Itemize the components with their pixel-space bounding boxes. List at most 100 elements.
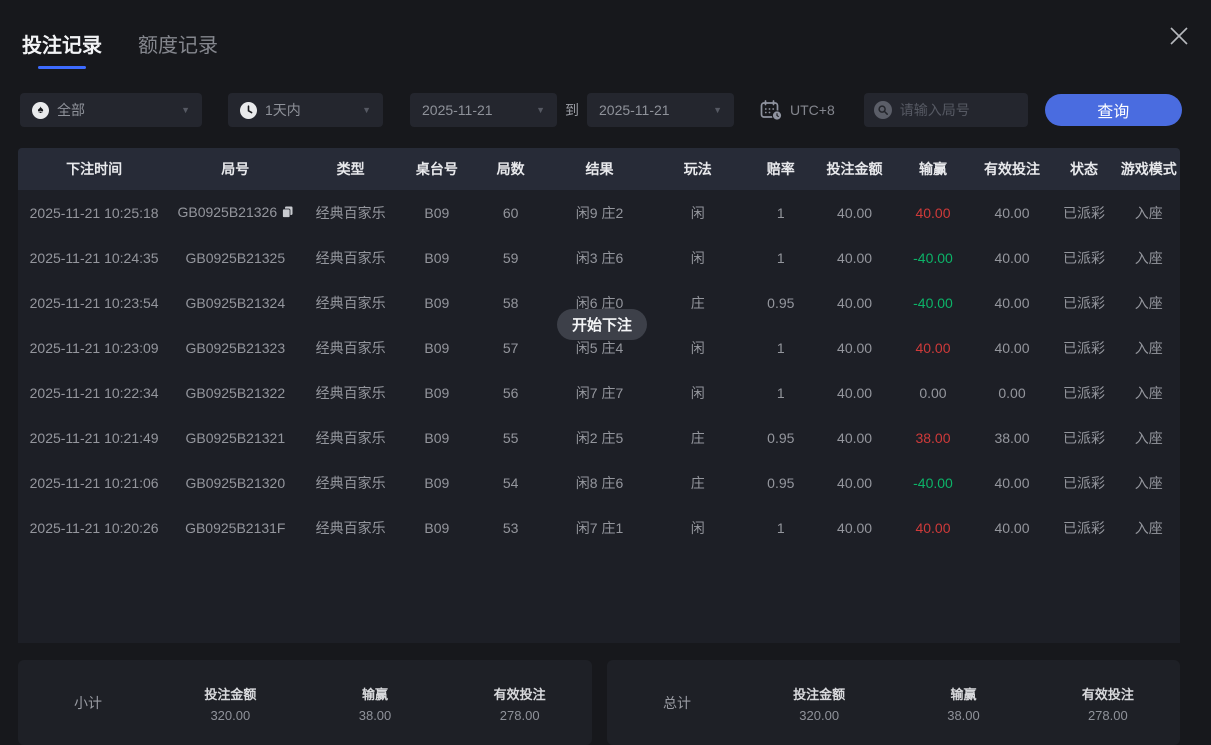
- cell-win_loss: 40.00: [892, 340, 973, 356]
- total-panel: 总计 投注金额 320.00 输赢 38.00 有效投注 278.00: [607, 660, 1180, 745]
- column-header-12: 游戏模式: [1118, 159, 1180, 179]
- cell-result: 闲5 庄4: [548, 338, 650, 358]
- cell-status: 已派彩: [1050, 248, 1117, 268]
- clock-icon: [240, 102, 257, 119]
- cell-time: 2025-11-21 10:25:18: [18, 205, 170, 221]
- cell-time: 2025-11-21 10:23:09: [18, 340, 170, 356]
- cell-table_no: B09: [401, 520, 473, 536]
- total-bet-amount: 投注金额 320.00: [747, 684, 891, 723]
- cell-valid_bet: 40.00: [974, 205, 1051, 221]
- tab-betting-records[interactable]: 投注记录: [22, 29, 102, 69]
- cell-table_no: B09: [401, 295, 473, 311]
- table-body: 2025-11-21 10:25:18GB0925B21326经典百家乐B096…: [18, 190, 1180, 550]
- filter-bar: ♠ 全部 ▼ 1天内 ▼ 2025-11-21 ▼ 到 2025-11-21 ▼: [20, 93, 1182, 127]
- cell-mode: 入座: [1118, 473, 1180, 493]
- timezone-indicator: UTC+8: [760, 100, 835, 121]
- cell-win_loss: 0.00: [892, 385, 973, 401]
- subtotal-bet-amount: 投注金额 320.00: [158, 684, 303, 723]
- cell-play: 闲: [651, 383, 745, 403]
- betting-records-table: 下注时间局号类型桌台号局数结果玩法赔率投注金额输赢有效投注状态游戏模式 2025…: [18, 148, 1180, 643]
- cell-play: 庄: [651, 293, 745, 313]
- date-from-value: 2025-11-21: [422, 102, 493, 118]
- cell-win_loss: -40.00: [892, 295, 973, 311]
- cell-play: 闲: [651, 518, 745, 538]
- tab-quota-records[interactable]: 额度记录: [138, 29, 218, 69]
- cell-round_no: 60: [473, 205, 549, 221]
- column-header-4: 局数: [473, 159, 549, 179]
- cell-bet: 40.00: [817, 295, 893, 311]
- cell-type: 经典百家乐: [300, 428, 401, 448]
- column-header-0: 下注时间: [18, 159, 170, 179]
- cell-round_id: GB0925B21326: [170, 204, 300, 221]
- spade-icon: ♠: [32, 102, 49, 119]
- cell-odds: 0.95: [745, 430, 817, 446]
- cell-round_no: 53: [473, 520, 549, 536]
- cell-status: 已派彩: [1050, 338, 1117, 358]
- table-row: 2025-11-21 10:22:34GB0925B21322经典百家乐B095…: [18, 370, 1180, 415]
- tab-betting-records-label: 投注记录: [22, 29, 102, 58]
- cell-mode: 入座: [1118, 383, 1180, 403]
- cell-table_no: B09: [401, 250, 473, 266]
- cell-round_no: 54: [473, 475, 549, 491]
- cell-table_no: B09: [401, 385, 473, 401]
- cell-result: 闲7 庄1: [548, 518, 650, 538]
- cell-mode: 入座: [1118, 203, 1180, 223]
- cell-mode: 入座: [1118, 338, 1180, 358]
- cell-valid_bet: 40.00: [974, 475, 1051, 491]
- subtotal-label: 小计: [18, 693, 158, 713]
- cell-odds: 1: [745, 250, 817, 266]
- column-header-1: 局号: [170, 159, 300, 179]
- cell-round_no: 57: [473, 340, 549, 356]
- cell-type: 经典百家乐: [300, 248, 401, 268]
- cell-type: 经典百家乐: [300, 338, 401, 358]
- time-range-value: 1天内: [265, 100, 301, 120]
- table-row: 2025-11-21 10:20:26GB0925B2131F经典百家乐B095…: [18, 505, 1180, 550]
- cell-result: 闲2 庄5: [548, 428, 650, 448]
- total-label: 总计: [607, 693, 747, 713]
- date-from-select[interactable]: 2025-11-21 ▼: [410, 93, 557, 127]
- search-icon: [874, 101, 892, 119]
- cell-valid_bet: 40.00: [974, 340, 1051, 356]
- cell-bet: 40.00: [817, 205, 893, 221]
- game-type-select[interactable]: ♠ 全部 ▼: [20, 93, 202, 127]
- cell-valid_bet: 40.00: [974, 250, 1051, 266]
- query-button[interactable]: 查询: [1045, 94, 1182, 126]
- cell-valid_bet: 40.00: [974, 295, 1051, 311]
- cell-result: 闲7 庄7: [548, 383, 650, 403]
- column-header-9: 输赢: [892, 159, 973, 179]
- cell-play: 闲: [651, 203, 745, 223]
- time-range-select[interactable]: 1天内 ▼: [228, 93, 383, 127]
- cell-bet: 40.00: [817, 385, 893, 401]
- cell-table_no: B09: [401, 205, 473, 221]
- cell-odds: 1: [745, 520, 817, 536]
- round-search-input[interactable]: [900, 102, 1018, 118]
- cell-mode: 入座: [1118, 293, 1180, 313]
- close-icon[interactable]: [1165, 22, 1193, 50]
- copy-icon[interactable]: [282, 205, 293, 221]
- cell-round_no: 56: [473, 385, 549, 401]
- cell-time: 2025-11-21 10:21:06: [18, 475, 170, 491]
- cell-odds: 0.95: [745, 475, 817, 491]
- cell-round_id: GB0925B21322: [170, 385, 300, 401]
- cell-mode: 入座: [1118, 248, 1180, 268]
- cell-odds: 1: [745, 205, 817, 221]
- column-header-6: 玩法: [651, 159, 745, 179]
- cell-time: 2025-11-21 10:21:49: [18, 430, 170, 446]
- subtotal-panel: 小计 投注金额 320.00 输赢 38.00 有效投注 278.00: [18, 660, 592, 745]
- calendar-clock-icon[interactable]: [760, 100, 783, 121]
- cell-bet: 40.00: [817, 430, 893, 446]
- cell-bet: 40.00: [817, 475, 893, 491]
- cell-play: 庄: [651, 428, 745, 448]
- date-to-select[interactable]: 2025-11-21 ▼: [587, 93, 734, 127]
- round-search-box: [864, 93, 1028, 127]
- cell-round_no: 58: [473, 295, 549, 311]
- cell-mode: 入座: [1118, 518, 1180, 538]
- cell-round_id: GB0925B21321: [170, 430, 300, 446]
- table-header-row: 下注时间局号类型桌台号局数结果玩法赔率投注金额输赢有效投注状态游戏模式: [18, 148, 1180, 190]
- cell-type: 经典百家乐: [300, 473, 401, 493]
- table-row: 2025-11-21 10:25:18GB0925B21326经典百家乐B096…: [18, 190, 1180, 235]
- cell-odds: 1: [745, 340, 817, 356]
- cell-round_id: GB0925B2131F: [170, 520, 300, 536]
- column-header-11: 状态: [1050, 159, 1117, 179]
- cell-win_loss: 38.00: [892, 430, 973, 446]
